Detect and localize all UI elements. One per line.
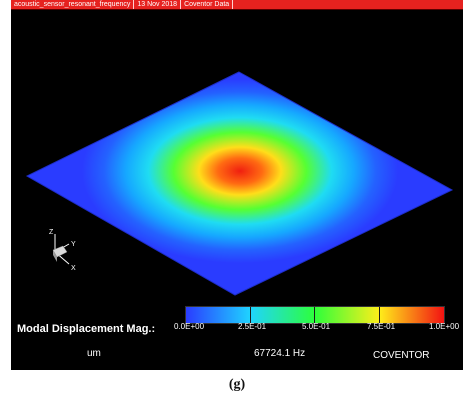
brand-label: COVENTOR [373,350,430,361]
legend-tick-mark [250,307,251,323]
legend-tick-label-1: 2.5E-01 [238,322,267,331]
legend-title: Modal Displacement Mag.: [17,323,156,335]
triad-x-label: X [71,265,76,272]
legend-tick-label-0: 0.0E+00 [174,322,205,331]
unit-label: um [87,348,101,359]
displacement-field [82,79,398,263]
triad-z-label: Z [49,229,54,236]
frequency-label: 67724.1 Hz [254,348,306,359]
triad-y-label: Y [71,241,76,248]
legend-tick-mark [314,307,315,323]
legend-tick-mark [379,307,380,323]
figure-caption: (g) [228,377,246,392]
simulation-viewport: acoustic_sensor_resonant_frequency 13 No… [11,0,463,370]
legend-tick-label-3: 7.5E-01 [367,322,396,331]
legend-tick-label-4: 1.0E+00 [429,322,460,331]
axis-triad-icon: Z Y X [49,229,76,272]
legend-tick-label-2: 5.0E-01 [302,322,331,331]
